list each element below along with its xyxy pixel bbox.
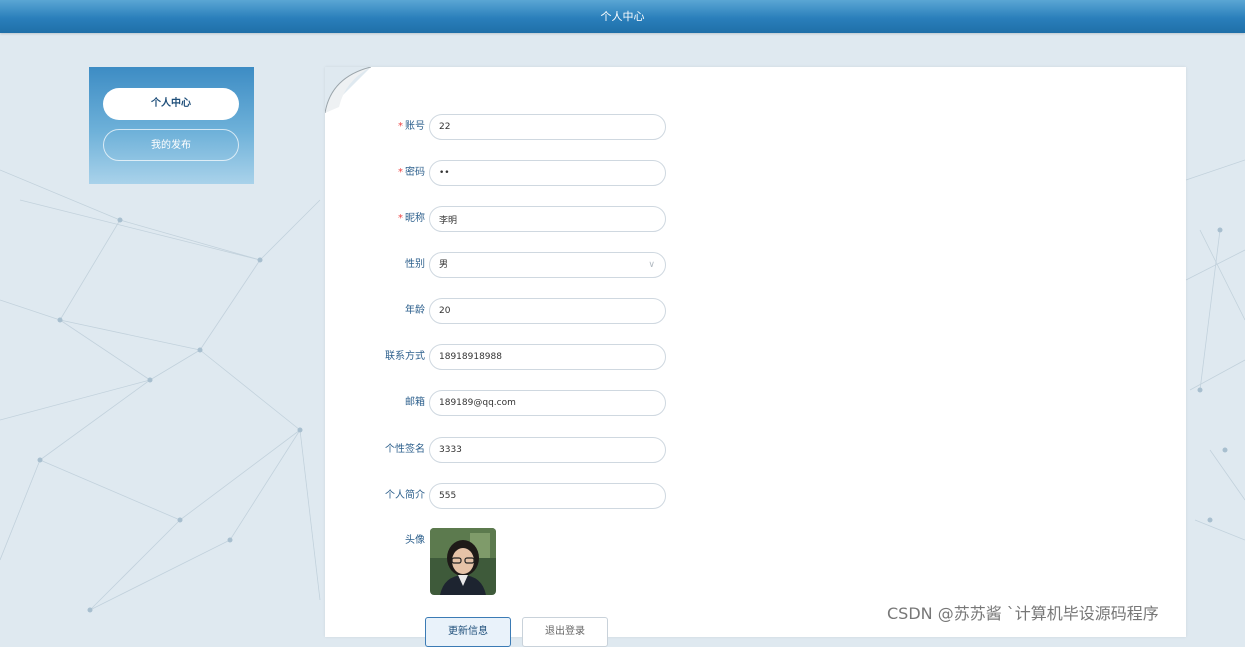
password-label: * 密码 xyxy=(398,167,425,178)
signature-input[interactable] xyxy=(429,437,666,463)
intro-input[interactable] xyxy=(429,483,666,509)
profile-form-card: *账号 *密码 *昵称 性别 男 ∨ 年龄 联系方式 邮箱 个性签名 个人简介 xyxy=(325,67,1186,647)
gender-selected-value: 男 xyxy=(439,260,449,270)
nickname-label: * 昵称 xyxy=(398,213,425,224)
account-input[interactable] xyxy=(429,114,666,140)
email-input[interactable] xyxy=(429,390,666,416)
sidebar-item-personal-center[interactable]: 个人中心 xyxy=(103,88,239,120)
sidebar-item-my-posts[interactable]: 我的发布 xyxy=(103,129,239,161)
signature-label: 个性签名 xyxy=(385,444,425,455)
nickname-input[interactable] xyxy=(429,206,666,232)
update-info-button[interactable]: 更新信息 xyxy=(425,617,511,647)
logout-button[interactable]: 退出登录 xyxy=(522,617,608,647)
page-curl-decoration xyxy=(325,67,371,113)
gender-select[interactable]: 男 ∨ xyxy=(429,252,666,278)
age-input[interactable] xyxy=(429,298,666,324)
required-mark: * xyxy=(398,167,403,178)
password-input[interactable] xyxy=(429,160,666,186)
top-header-bar: 个人中心 xyxy=(0,0,1245,33)
avatar-label: 头像 xyxy=(405,535,425,546)
age-label: 年龄 xyxy=(405,305,425,316)
avatar-photo-icon xyxy=(430,528,496,595)
gender-label: 性别 xyxy=(405,259,425,270)
sidebar-menu: 个人中心 我的发布 xyxy=(89,67,254,184)
avatar-image[interactable] xyxy=(430,528,496,595)
contact-label: 联系方式 xyxy=(385,351,425,362)
account-label: * 账号 xyxy=(398,121,425,132)
required-mark: * xyxy=(398,213,403,224)
chevron-down-icon: ∨ xyxy=(648,260,655,270)
required-mark: * xyxy=(398,121,403,132)
page-title: 个人中心 xyxy=(600,10,645,23)
contact-input[interactable] xyxy=(429,344,666,370)
email-label: 邮箱 xyxy=(405,397,425,408)
csdn-watermark: CSDN @苏苏酱 `计算机毕设源码程序 xyxy=(887,604,1159,623)
intro-label: 个人简介 xyxy=(385,490,425,501)
